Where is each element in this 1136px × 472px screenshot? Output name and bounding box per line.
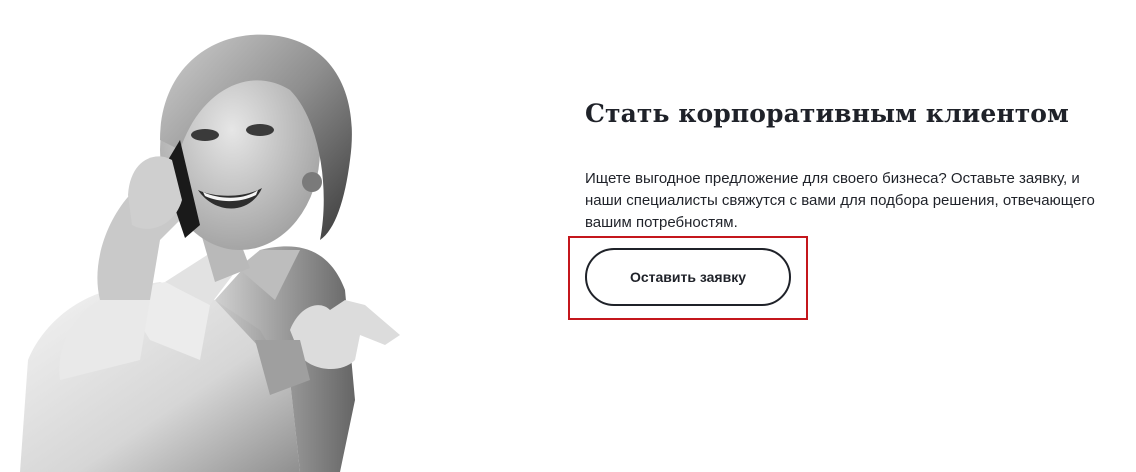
section-description: Ищете выгодное предложение для своего би… [585,170,1095,231]
corporate-client-section: Стать корпоративным клиентом Ищете выгод… [585,96,1125,234]
section-title: Стать корпоративным клиентом [585,99,1069,128]
submit-request-button[interactable]: Оставить заявку [585,248,791,306]
woman-on-phone-photo [20,34,400,472]
